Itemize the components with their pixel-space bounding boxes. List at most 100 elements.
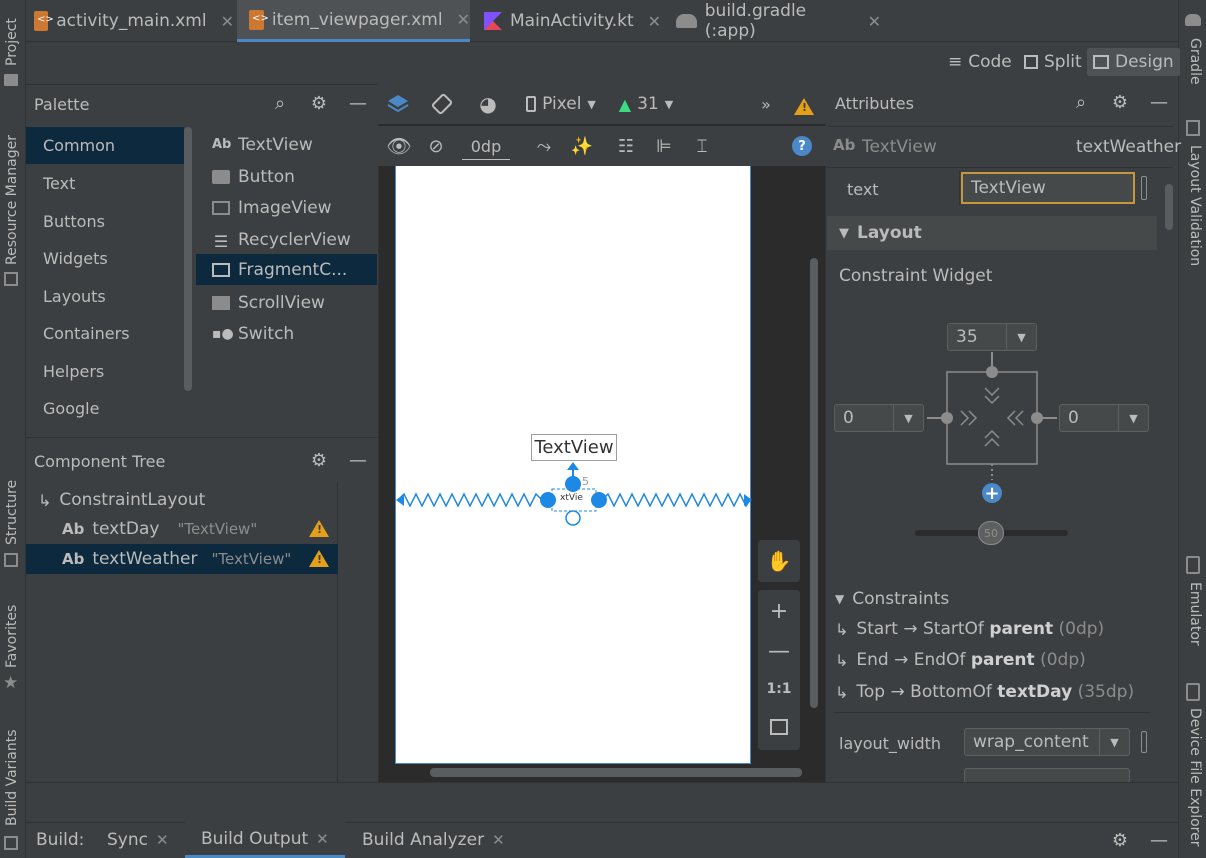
constraint-icon: ↳	[835, 650, 849, 670]
resource-picker-button[interactable]	[1141, 731, 1147, 753]
attributes-scrollbar[interactable]	[1165, 184, 1173, 230]
search-icon[interactable]: ⌕	[268, 91, 292, 115]
tree-node-textday[interactable]: Ab textDay "TextView"	[26, 514, 338, 544]
warning-icon[interactable]	[792, 94, 816, 118]
constraint-row-end[interactable]: ↳ End → EndOf parent (0dp)	[835, 645, 1086, 675]
tool-window-resource-manager[interactable]: Resource Manager	[4, 135, 20, 265]
zoom-actual-size-button[interactable]: 1:1	[758, 670, 800, 708]
design-vertical-scrollbar[interactable]	[810, 258, 818, 708]
close-icon[interactable]: ✕	[648, 12, 661, 31]
palette-item-switch[interactable]: ▪● Switch	[196, 318, 377, 349]
palette-category-helpers[interactable]: Helpers	[26, 353, 184, 390]
tab-item-viewpager[interactable]: item_viewpager.xml ✕	[237, 0, 470, 42]
tool-window-device-file-explorer[interactable]: Device File Explorer	[1187, 708, 1203, 847]
margin-end-dropdown[interactable]: 0 ▼	[1059, 404, 1149, 432]
tool-window-gradle[interactable]: Gradle	[1187, 38, 1203, 85]
constraint-row-start[interactable]: ↳ Start → StartOf parent (0dp)	[835, 614, 1104, 644]
margin-top-dropdown[interactable]: 35 ▼	[947, 323, 1037, 351]
switch-icon: ▪●	[212, 325, 234, 342]
gear-icon[interactable]: ⚙	[307, 448, 331, 472]
palette-category-containers[interactable]: Containers	[26, 315, 184, 352]
zoom-fit-icon[interactable]	[758, 708, 800, 746]
add-constraint-icon[interactable]: +	[982, 483, 1002, 504]
tab-activity-main[interactable]: activity_main.xml ✕	[34, 0, 234, 42]
theme-icon[interactable]: ◕	[474, 90, 502, 118]
layers-icon[interactable]	[384, 90, 412, 118]
tool-window-emulator[interactable]: Emulator	[1187, 582, 1203, 646]
minimize-icon[interactable]: —	[346, 91, 370, 115]
tool-window-build-variants[interactable]: Build Variants	[4, 729, 20, 826]
minimize-icon[interactable]: —	[1147, 90, 1171, 114]
code-view-button[interactable]: ≡ Code	[942, 48, 1018, 76]
zoom-out-icon[interactable]: —	[758, 632, 800, 670]
build-tab-build-output[interactable]: Build Output ✕	[185, 822, 345, 858]
canvas-textview-textweather[interactable]: xtVie	[560, 493, 583, 503]
palette-item-scrollview[interactable]: ScrollView	[196, 287, 377, 318]
close-icon[interactable]: ✕	[156, 831, 169, 849]
minimize-icon[interactable]: —	[1147, 828, 1171, 852]
gear-icon[interactable]: ⚙	[307, 91, 331, 115]
orientation-icon[interactable]	[428, 90, 456, 118]
tool-window-structure[interactable]: Structure	[4, 480, 20, 545]
help-icon[interactable]: ?	[792, 136, 812, 156]
eye-icon[interactable]: 👁	[384, 132, 414, 160]
constraints-header[interactable]: ▼ Constraints	[835, 584, 949, 614]
layout-height-dropdown[interactable]	[964, 768, 1130, 782]
design-horizontal-scrollbar[interactable]	[430, 768, 802, 777]
palette-item-textview[interactable]: Ab TextView	[196, 129, 377, 160]
palette-category-common[interactable]: Common	[26, 127, 184, 164]
palette-category-layouts[interactable]: Layouts	[26, 278, 184, 315]
zoom-in-icon[interactable]: +	[758, 592, 800, 630]
tool-window-favorites[interactable]: Favorites	[4, 605, 20, 668]
warning-icon[interactable]	[309, 550, 329, 567]
palette-category-buttons[interactable]: Buttons	[26, 203, 184, 240]
build-tab-sync[interactable]: Sync ✕	[107, 822, 169, 858]
palette-item-recyclerview[interactable]: ☰ RecyclerView	[196, 224, 377, 255]
guidelines-icon[interactable]: ⌶	[688, 132, 716, 160]
close-icon[interactable]: ✕	[316, 830, 329, 848]
phone-canvas[interactable]: TextView 5 xtVie	[395, 166, 752, 764]
constraint-row-top[interactable]: ↳ Top → BottomOf textDay (35dp)	[835, 677, 1134, 707]
overflow-chevron-icon[interactable]: »	[754, 90, 778, 118]
bias-slider-thumb[interactable]: 50	[978, 521, 1004, 545]
api-level-dropdown[interactable]: ▲ 31 ▼	[612, 90, 680, 118]
device-dropdown[interactable]: Pixel ▼	[520, 90, 602, 118]
palette-category-scrollbar[interactable]	[184, 127, 192, 391]
gear-icon[interactable]: ⚙	[1108, 828, 1132, 852]
default-margin-field[interactable]: 0dp	[462, 134, 510, 160]
tool-window-project[interactable]: Project	[4, 18, 20, 66]
warning-icon[interactable]	[309, 520, 329, 537]
gear-icon[interactable]: ⚙	[1108, 90, 1132, 114]
pack-icon[interactable]: ☷	[612, 132, 640, 160]
clear-constraints-icon[interactable]: ⤳	[530, 132, 558, 160]
text-attribute-input[interactable]: TextView	[961, 172, 1135, 204]
tree-node-textweather[interactable]: Ab textWeather "TextView"	[26, 544, 338, 574]
layout-section-header[interactable]: ▼ Layout	[827, 216, 1157, 250]
tool-window-layout-validation[interactable]: Layout Validation	[1187, 145, 1203, 266]
tab-build-gradle[interactable]: build.gradle (:app) ✕	[676, 0, 881, 42]
margin-start-dropdown[interactable]: 0 ▼	[834, 404, 924, 432]
palette-item-imageview[interactable]: ImageView	[196, 192, 377, 223]
palette-category-text[interactable]: Text	[26, 165, 184, 202]
palette-category-widgets[interactable]: Widgets	[26, 240, 184, 277]
minimize-icon[interactable]: —	[346, 448, 370, 472]
close-icon[interactable]: ✕	[492, 831, 505, 849]
tree-node-constraintlayout[interactable]: ↳ ConstraintLayout	[26, 485, 338, 515]
layout-width-dropdown[interactable]: wrap_content ▼	[964, 728, 1130, 756]
magnet-off-icon[interactable]: ⊘	[422, 132, 450, 160]
palette-item-button[interactable]: Button	[196, 161, 377, 192]
pan-button[interactable]: ✋	[758, 540, 800, 582]
align-icon[interactable]: ⊫	[650, 132, 678, 160]
palette-category-google[interactable]: Google	[26, 390, 184, 427]
infer-constraints-icon[interactable]: ✨	[568, 132, 596, 160]
search-icon[interactable]: ⌕	[1069, 90, 1093, 114]
close-icon[interactable]: ✕	[457, 10, 470, 29]
close-icon[interactable]: ✕	[221, 12, 234, 31]
close-icon[interactable]: ✕	[868, 12, 881, 31]
design-view-button[interactable]: Design	[1087, 48, 1180, 76]
split-view-button[interactable]: Split	[1018, 48, 1088, 76]
palette-item-fragmentcontainer[interactable]: FragmentC...	[196, 254, 377, 285]
build-tab-build-analyzer[interactable]: Build Analyzer ✕	[362, 822, 505, 858]
resource-picker-button[interactable]	[1141, 176, 1147, 200]
tab-main-activity[interactable]: MainActivity.kt ✕	[484, 0, 664, 42]
